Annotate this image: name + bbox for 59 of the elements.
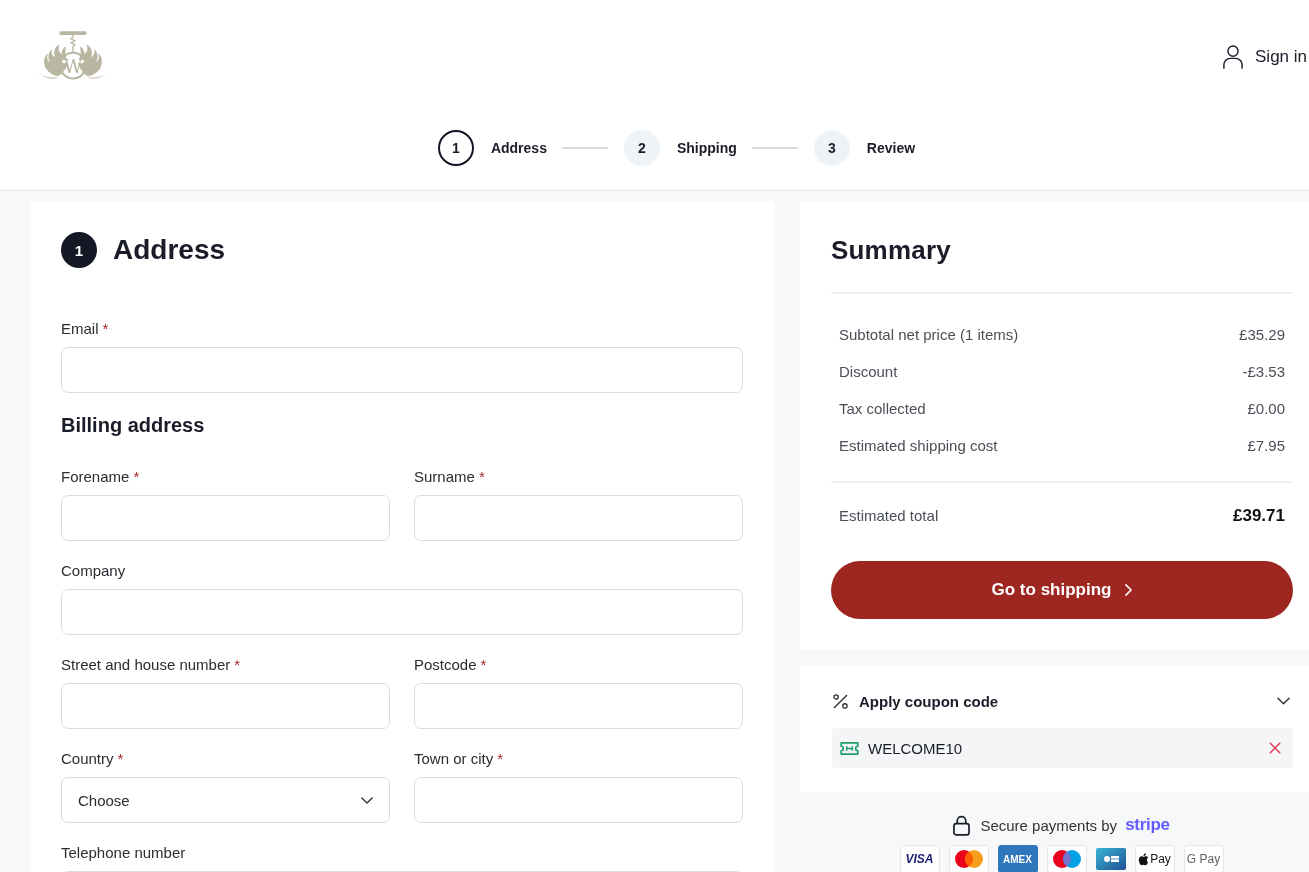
field-label: Town or city * [414,749,504,768]
summary-value: £0.00 [1247,400,1285,417]
field-label: Surname * [414,467,485,486]
text-field[interactable] [61,589,743,635]
close-icon [1269,742,1281,754]
step-label: Address [490,140,547,156]
text-field[interactable] [414,777,743,823]
summary-label: Subtotal net price (1 items) [839,326,1019,343]
text-field[interactable] [61,683,390,729]
percent-icon [833,693,848,709]
card-logo: G Pay [1183,845,1224,872]
field-label: Country * [61,749,124,768]
coupon-toggle[interactable]: Apply coupon code [832,690,1293,712]
step-number: 1 [61,232,97,268]
step-number: 1 [437,130,474,166]
field-label: Company [61,561,126,580]
card-logo-icon [1046,845,1087,872]
apple-icon [1138,852,1150,866]
summary-label: Discount [839,363,898,380]
coupon-code: WELCOME10 [868,739,964,757]
field-label: Postcode * [414,655,487,674]
summary-title: Summary [831,234,951,266]
field-label: Telephone number [61,843,186,862]
user-icon [1223,45,1243,69]
summary-value: £7.95 [1247,437,1285,454]
field-label: Forename * [61,467,140,486]
chevron-down-icon [361,796,373,804]
field-label: Email * [61,319,109,338]
summary-value: £35.29 [1239,326,1285,343]
lock-icon [953,814,971,836]
text-field[interactable] [414,683,743,729]
text-field[interactable] [61,347,743,393]
select-field[interactable]: Choose [61,777,390,823]
summary-label: Estimated shipping cost [839,437,998,454]
step-label: Review [866,140,916,156]
wallet-text: Pay [1150,852,1171,866]
subsection-title: Billing address [61,413,205,438]
total-label: Estimated total [839,507,939,524]
summary-value: -£3.53 [1242,363,1285,380]
card-logo-icon [1095,848,1126,870]
card-logo: VISA [899,845,940,872]
section-title: Address [113,233,226,267]
card-logo-icon [948,845,989,872]
go-to-shipping-button[interactable]: Go to shipping [831,561,1293,619]
step-label: Shipping [676,140,737,156]
text-field[interactable] [61,495,390,541]
secure-payments-text: Secure payments by [980,816,1118,834]
ticket-icon [840,741,859,755]
text-field[interactable] [414,495,743,541]
card-logo: AMEX [997,845,1038,872]
step-number: 3 [813,130,850,166]
step-number: 2 [623,130,660,166]
stripe-logo: stripe [1125,815,1170,835]
remove-coupon-button[interactable] [1269,742,1281,754]
total-value: £39.71 [1233,505,1285,526]
field-label: Street and house number * [61,655,241,674]
sign-in-link[interactable]: Sign in [1223,45,1307,69]
summary-label: Tax collected [839,400,926,417]
chevron-right-icon [1125,584,1133,596]
